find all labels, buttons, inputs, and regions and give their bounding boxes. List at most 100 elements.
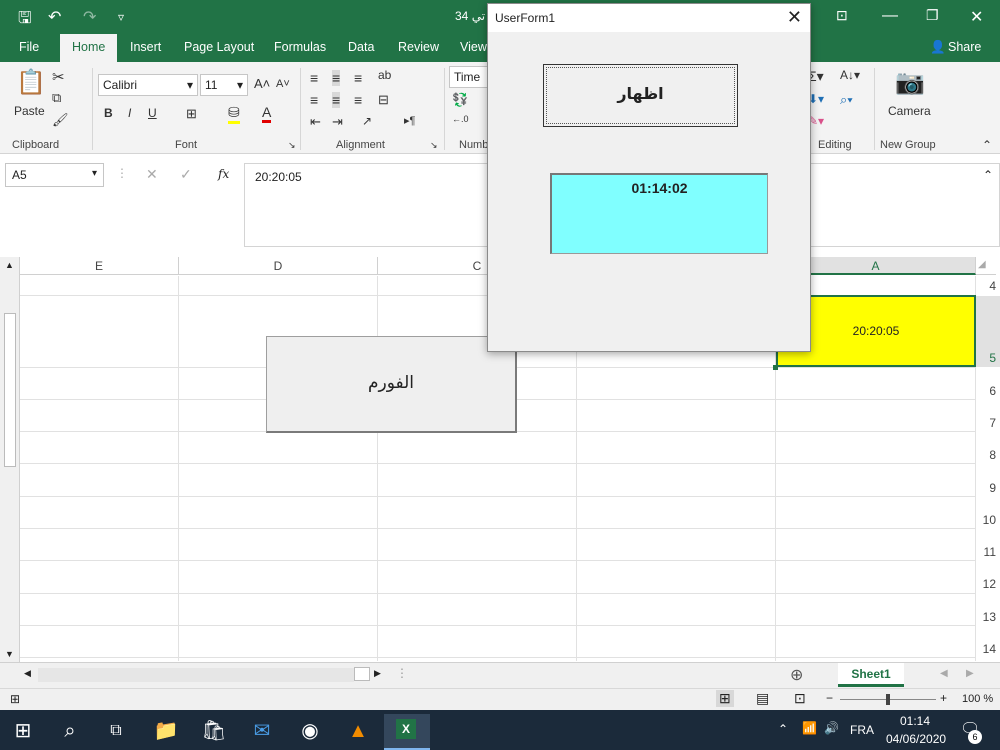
zoom-level[interactable]: 100 % <box>962 693 993 705</box>
tab-insert[interactable]: Insert <box>130 40 161 54</box>
undo-icon[interactable]: ↶ <box>48 7 61 27</box>
expand-formula-icon[interactable]: ⌃ <box>983 168 993 182</box>
clock-time[interactable]: 01:14 <box>900 714 930 728</box>
language-indicator[interactable]: FRA <box>850 723 874 737</box>
cut-icon[interactable]: ✂ <box>52 68 65 86</box>
decrease-indent-icon[interactable]: ⇤ <box>310 114 321 130</box>
page-break-view-icon[interactable]: ⊡ <box>794 690 806 707</box>
store-icon[interactable]: 🛍 <box>194 716 234 750</box>
close-icon[interactable]: ✕ <box>787 7 802 28</box>
tab-page-layout[interactable]: Page Layout <box>184 40 254 54</box>
bold-button[interactable]: B <box>104 106 113 120</box>
align-middle-icon[interactable]: ≡ <box>332 70 341 86</box>
show-hidden-icons[interactable]: ⌃ <box>778 722 788 736</box>
row-header-14[interactable]: 14 <box>976 642 1000 656</box>
font-color-icon[interactable]: A <box>262 104 272 123</box>
borders-icon[interactable]: ⊞ <box>186 106 197 122</box>
tab-review[interactable]: Review <box>398 40 439 54</box>
clock-date[interactable]: 04/06/2020 <box>886 732 946 746</box>
sheet-form-button[interactable]: الفورم <box>266 336 517 433</box>
decrease-font-icon[interactable]: A˅ <box>276 78 290 90</box>
camera-button[interactable]: Camera <box>888 104 931 118</box>
find-icon[interactable]: ⌕▾ <box>840 92 853 108</box>
chrome-icon[interactable]: ◉ <box>290 716 330 750</box>
sort-filter-icon[interactable]: A↓▾ <box>840 68 860 82</box>
row-header-4[interactable]: 4 <box>976 279 1000 293</box>
paste-button[interactable]: Paste <box>14 104 45 118</box>
align-left-icon[interactable]: ≡ <box>310 92 318 108</box>
collapse-ribbon-icon[interactable]: ⌃ <box>982 138 992 152</box>
mail-icon[interactable]: ✉ <box>242 716 282 750</box>
row-header-12[interactable]: 12 <box>976 577 1000 591</box>
row-header-10[interactable]: 10 <box>976 513 1000 527</box>
add-sheet-icon[interactable]: ⊕ <box>790 665 803 685</box>
share-button[interactable]: Share <box>948 40 981 54</box>
text-direction-icon[interactable]: ▸¶ <box>404 114 415 127</box>
normal-view-icon[interactable]: ⊞ <box>716 690 734 707</box>
camera-icon[interactable]: 📷 <box>895 68 925 97</box>
page-layout-view-icon[interactable]: ▤ <box>756 690 769 707</box>
zoom-in-icon[interactable]: + <box>940 691 947 705</box>
format-painter-icon[interactable]: 🖌 <box>52 112 69 128</box>
userform-titlebar[interactable]: UserForm1 ✕ <box>488 4 810 32</box>
underline-button[interactable]: U <box>148 106 157 120</box>
wrap-text-icon[interactable]: ab <box>378 68 391 82</box>
prev-sheet-icon[interactable]: ◀ <box>940 668 948 679</box>
next-sheet-icon[interactable]: ▶ <box>966 668 974 679</box>
font-size-select[interactable]: 11 ▾ <box>200 74 248 96</box>
align-right-icon[interactable]: ≡ <box>354 92 362 108</box>
cancel-icon[interactable]: ✕ <box>146 166 158 183</box>
increase-indent-icon[interactable]: ⇥ <box>332 114 343 130</box>
accounting-icon[interactable]: 💱 <box>452 92 468 108</box>
clipboard-icon[interactable]: 📋 <box>16 68 46 97</box>
ribbon-display-icon[interactable]: ⊡ <box>836 7 848 24</box>
volume-icon[interactable]: 🔊 <box>824 721 839 735</box>
copy-icon[interactable]: ⧉ <box>52 90 61 106</box>
horizontal-scrollbar[interactable] <box>38 668 354 682</box>
row-header-5[interactable]: 5 <box>976 296 1000 367</box>
tab-data[interactable]: Data <box>348 40 374 54</box>
save-icon[interactable]: 🖫 <box>18 7 32 34</box>
dialog-launcher-icon[interactable]: ↘ <box>430 140 438 151</box>
select-all-icon[interactable]: ◢ <box>978 259 986 270</box>
wifi-icon[interactable]: 📶 <box>802 721 817 735</box>
vertical-scrollbar[interactable]: ▲ ▼ <box>0 257 20 662</box>
merge-icon[interactable]: ⊟ <box>378 92 389 108</box>
macro-record-icon[interactable]: ⊞ <box>10 692 20 706</box>
font-name-select[interactable]: Calibri ▾ <box>98 74 198 96</box>
horizontal-scroll-thumb[interactable] <box>354 667 370 681</box>
customize-qat-icon[interactable]: ▿ <box>118 10 124 24</box>
number-format-select[interactable]: Time <box>449 66 489 88</box>
italic-button[interactable]: I <box>128 106 131 120</box>
row-header-6[interactable]: 6 <box>976 384 1000 398</box>
tab-sheet1[interactable]: Sheet1 <box>838 663 904 687</box>
windows-start-icon[interactable]: ⊞ <box>3 716 43 750</box>
fill-handle[interactable] <box>773 365 778 370</box>
row-header-7[interactable]: 7 <box>976 416 1000 430</box>
tab-view[interactable]: View <box>460 40 487 54</box>
restore-icon[interactable]: ❐ <box>926 7 939 24</box>
show-button[interactable]: اظهار <box>543 64 738 127</box>
redo-icon[interactable]: ↷ <box>83 7 96 27</box>
decimal-icon[interactable]: ←.0 <box>452 114 469 124</box>
scroll-right-icon[interactable]: ▶ <box>374 668 381 679</box>
task-view-icon[interactable]: ⧉ <box>96 716 136 750</box>
align-top-icon[interactable]: ≡ <box>310 70 318 86</box>
row-header-13[interactable]: 13 <box>976 610 1000 624</box>
column-header-e[interactable]: E <box>20 257 179 275</box>
tab-formulas[interactable]: Formulas <box>274 40 326 54</box>
tab-file[interactable]: File <box>19 40 39 54</box>
close-icon[interactable]: ✕ <box>970 7 983 27</box>
increase-font-icon[interactable]: A˄ <box>254 76 270 91</box>
row-header-8[interactable]: 8 <box>976 448 1000 462</box>
scroll-thumb[interactable] <box>4 313 16 467</box>
scroll-down-icon[interactable]: ▼ <box>5 649 14 659</box>
fill-color-icon[interactable]: ⛁ <box>228 104 240 124</box>
zoom-out-icon[interactable]: − <box>826 691 833 705</box>
zoom-slider-thumb[interactable] <box>886 694 890 705</box>
name-box[interactable]: A5 ▾ <box>5 163 104 187</box>
minimize-icon[interactable]: — <box>882 7 898 25</box>
align-center-icon[interactable]: ≡ <box>332 92 341 108</box>
tab-home[interactable]: Home <box>60 34 118 62</box>
search-icon[interactable]: ⌕ <box>50 716 90 750</box>
